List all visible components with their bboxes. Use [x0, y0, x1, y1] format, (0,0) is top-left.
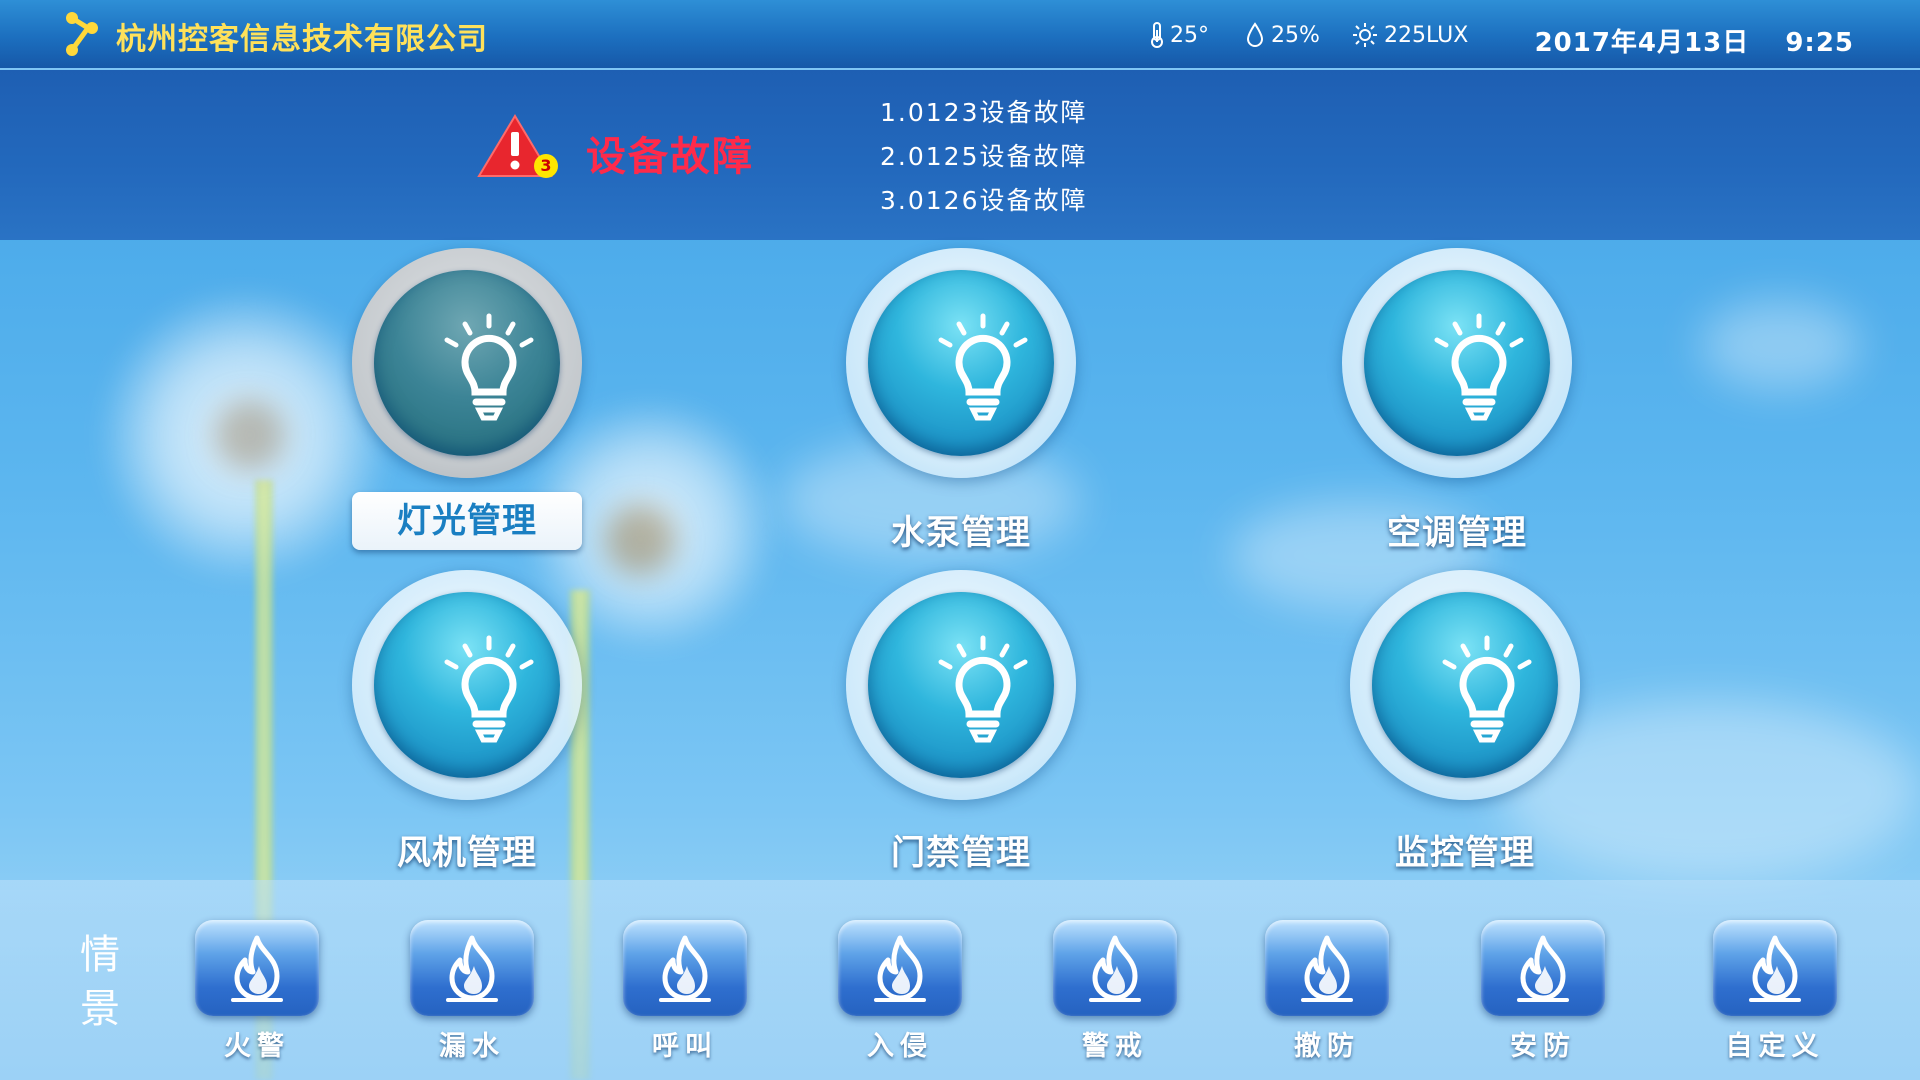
humidity-readout: 25%: [1245, 22, 1320, 48]
lightbulb-icon: [938, 313, 1028, 421]
warning-indicator[interactable]: 3: [476, 112, 560, 184]
menu-label[interactable]: 水泵管理: [831, 505, 1091, 554]
scene-button[interactable]: [838, 920, 962, 1016]
scene-button[interactable]: [1053, 920, 1177, 1016]
cloud-decoration: [1700, 300, 1860, 390]
flame-icon: [659, 935, 711, 1002]
scene-label[interactable]: 自定义: [1705, 1024, 1845, 1063]
menu-label[interactable]: 风机管理: [337, 825, 597, 874]
flame-icon: [1517, 935, 1569, 1002]
dandelion-core-decoration: [605, 505, 675, 575]
alert-list: 1.0123设备故障 2.0125设备故障 3.0126设备故障: [880, 93, 1087, 225]
time-text: 9:25: [1785, 28, 1854, 58]
sun-icon: [1353, 23, 1377, 47]
flame-icon: [874, 935, 926, 1002]
alert-title: 设备故障: [586, 134, 754, 180]
flame-icon: [1749, 935, 1801, 1002]
scene-title: 情景: [80, 932, 120, 1032]
illuminance-value: 225LUX: [1384, 22, 1469, 48]
scene-button[interactable]: [410, 920, 534, 1016]
scene-button[interactable]: [1481, 920, 1605, 1016]
menu-button[interactable]: [846, 570, 1076, 800]
scene-button[interactable]: [623, 920, 747, 1016]
scene-label[interactable]: 呼叫: [615, 1024, 755, 1063]
lightbulb-icon: [1434, 313, 1524, 421]
date-text: 2017年4月13日: [1534, 28, 1750, 58]
scene-label[interactable]: 警戒: [1045, 1024, 1185, 1063]
dandelion-core-decoration: [215, 400, 285, 470]
menu-button-orb: [374, 592, 560, 778]
scene-label[interactable]: 漏水: [402, 1024, 542, 1063]
company-logo-icon: [66, 12, 98, 56]
datetime: 2017年4月13日 9:25: [1535, 22, 1854, 59]
thermometer-icon: [1151, 22, 1163, 48]
top-bar: 杭州控客信息技术有限公司 25° 25% 225LUX 2017年4月13日 9…: [0, 0, 1920, 70]
temperature-readout: 25°: [1150, 22, 1209, 48]
alert-item[interactable]: 1.0123设备故障: [880, 93, 1087, 137]
lightbulb-icon: [444, 313, 534, 421]
scene-label[interactable]: 火警: [187, 1024, 327, 1063]
alert-item[interactable]: 2.0125设备故障: [880, 137, 1087, 181]
scene-button[interactable]: [195, 920, 319, 1016]
menu-button-orb: [868, 592, 1054, 778]
menu-button[interactable]: [1350, 570, 1580, 800]
menu-button-orb: [868, 270, 1054, 456]
menu-button[interactable]: [846, 248, 1076, 478]
menu-label[interactable]: 监控管理: [1335, 825, 1595, 874]
water-drop-icon: [1246, 22, 1264, 47]
menu-label[interactable]: 空调管理: [1327, 505, 1587, 554]
menu-label[interactable]: 门禁管理: [831, 825, 1091, 874]
alert-count-badge: 3: [534, 154, 558, 178]
company-name: 杭州控客信息技术有限公司: [116, 22, 488, 57]
lightbulb-icon: [938, 635, 1028, 743]
scene-button[interactable]: [1265, 920, 1389, 1016]
flame-icon: [1301, 935, 1353, 1002]
flame-icon: [446, 935, 498, 1002]
lightbulb-icon: [1442, 635, 1532, 743]
alert-item[interactable]: 3.0126设备故障: [880, 181, 1087, 225]
scene-label[interactable]: 安防: [1473, 1024, 1613, 1063]
menu-button[interactable]: [352, 248, 582, 478]
menu-button[interactable]: [1342, 248, 1572, 478]
temperature-value: 25°: [1170, 22, 1209, 48]
menu-button[interactable]: [352, 570, 582, 800]
menu-button-orb: [1364, 270, 1550, 456]
scene-label[interactable]: 入侵: [830, 1024, 970, 1063]
flame-icon: [231, 935, 283, 1002]
menu-button-orb: [1372, 592, 1558, 778]
scene-label[interactable]: 撤防: [1257, 1024, 1397, 1063]
humidity-value: 25%: [1271, 22, 1320, 48]
flame-icon: [1089, 935, 1141, 1002]
lightbulb-icon: [444, 635, 534, 743]
menu-label[interactable]: 灯光管理: [352, 492, 582, 550]
scene-button[interactable]: [1713, 920, 1837, 1016]
illuminance-readout: 225LUX: [1352, 22, 1468, 48]
menu-button-orb: [374, 270, 560, 456]
